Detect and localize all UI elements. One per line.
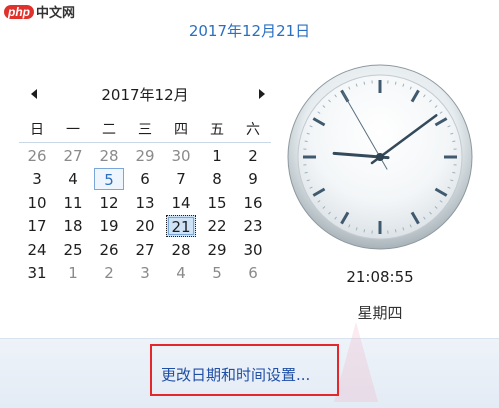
watermark-logo: php: [4, 5, 34, 19]
calendar-day[interactable]: 16: [235, 192, 271, 214]
calendar-day[interactable]: 26: [19, 145, 55, 167]
calendar-day[interactable]: 2: [91, 262, 127, 284]
next-month-button[interactable]: [254, 84, 270, 104]
calendar-day[interactable]: 9: [235, 168, 271, 190]
calendar-day[interactable]: 24: [19, 239, 55, 261]
calendar-day[interactable]: 29: [199, 239, 235, 261]
watermark: php 中文网: [4, 2, 75, 21]
clock-center-pin: [376, 153, 384, 161]
calendar-day[interactable]: 29: [127, 145, 163, 167]
minute-tick: [364, 229, 365, 232]
calendar-day[interactable]: 30: [235, 239, 271, 261]
weekday-label: 星期四: [286, 302, 474, 323]
minute-tick: [395, 229, 396, 232]
month-label[interactable]: 2017年12月: [80, 84, 210, 105]
calendar-day[interactable]: 30: [163, 145, 199, 167]
calendar-day[interactable]: 22: [199, 215, 235, 237]
calendar-day[interactable]: 6: [127, 168, 163, 190]
weekday-header: 三: [127, 119, 163, 141]
calendar-day[interactable]: 4: [163, 262, 199, 284]
calendar-day[interactable]: 4: [55, 168, 91, 190]
calendar-day[interactable]: 6: [235, 262, 271, 284]
calendar-day[interactable]: 7: [163, 168, 199, 190]
calendar-day[interactable]: 14: [163, 192, 199, 214]
weekday-header: 一: [55, 119, 91, 141]
calendar-day[interactable]: 11: [55, 192, 91, 214]
calendar-header: 2017年12月: [20, 84, 270, 106]
watermark-text: 中文网: [36, 2, 75, 21]
calendar-day[interactable]: 8: [199, 168, 235, 190]
current-date-title[interactable]: 2017年12月21日: [0, 20, 499, 41]
calendar-week-row: 17181920212223: [19, 215, 271, 239]
change-date-time-settings-link[interactable]: 更改日期和时间设置...: [161, 364, 310, 385]
calendar-day[interactable]: 1: [55, 262, 91, 284]
chevron-right-icon: [259, 89, 265, 99]
calendar-day[interactable]: 25: [55, 239, 91, 261]
calendar-week-row: 24252627282930: [19, 238, 271, 262]
weekday-header: 五: [199, 119, 235, 141]
weekday-header: 二: [91, 119, 127, 141]
weekday-header-row: 日一二三四五六: [19, 118, 271, 143]
calendar-day[interactable]: 26: [91, 239, 127, 261]
calendar-day[interactable]: 13: [127, 192, 163, 214]
calendar-week-row: 31123456: [19, 262, 271, 286]
decorative-shape: [334, 322, 378, 402]
calendar-day[interactable]: 23: [235, 215, 271, 237]
calendar-day[interactable]: 28: [91, 145, 127, 167]
minute-tick: [305, 172, 308, 173]
calendar-day[interactable]: 17: [19, 215, 55, 237]
calendar-day[interactable]: 18: [55, 215, 91, 237]
calendar-day[interactable]: 12: [91, 192, 127, 214]
weekday-header: 四: [163, 119, 199, 141]
minute-tick: [305, 141, 308, 142]
calendar-day[interactable]: 3: [127, 262, 163, 284]
calendar-week-row: 3456789: [19, 168, 271, 192]
calendar-day[interactable]: 10: [19, 192, 55, 214]
minute-tick: [395, 82, 396, 85]
calendar-day[interactable]: 2: [235, 145, 271, 167]
calendar-day-selected[interactable]: 21: [166, 215, 196, 237]
calendar-day[interactable]: 27: [127, 239, 163, 261]
minute-tick: [364, 82, 365, 85]
calendar-grid: 日一二三四五六262728293012345678910111213141516…: [19, 118, 271, 285]
digital-time: 21:08:55: [286, 268, 474, 286]
calendar-week-row: 10111213141516: [19, 191, 271, 215]
weekday-header: 六: [235, 119, 271, 141]
calendar-day[interactable]: 15: [199, 192, 235, 214]
calendar-day[interactable]: 31: [19, 262, 55, 284]
calendar-day[interactable]: 19: [91, 215, 127, 237]
calendar-day[interactable]: 20: [127, 215, 163, 237]
analog-clock: [286, 63, 474, 251]
minute-tick: [452, 172, 455, 173]
calendar-day-today[interactable]: 5: [94, 168, 124, 190]
calendar-day[interactable]: 3: [19, 168, 55, 190]
calendar-day[interactable]: 27: [55, 145, 91, 167]
calendar-day[interactable]: 5: [199, 262, 235, 284]
previous-month-button[interactable]: [26, 84, 42, 104]
calendar-day[interactable]: 1: [199, 145, 235, 167]
calendar-day[interactable]: 28: [163, 239, 199, 261]
chevron-left-icon: [31, 89, 37, 99]
weekday-header: 日: [19, 119, 55, 141]
calendar-week-row: 262728293012: [19, 144, 271, 168]
minute-tick: [452, 141, 455, 142]
